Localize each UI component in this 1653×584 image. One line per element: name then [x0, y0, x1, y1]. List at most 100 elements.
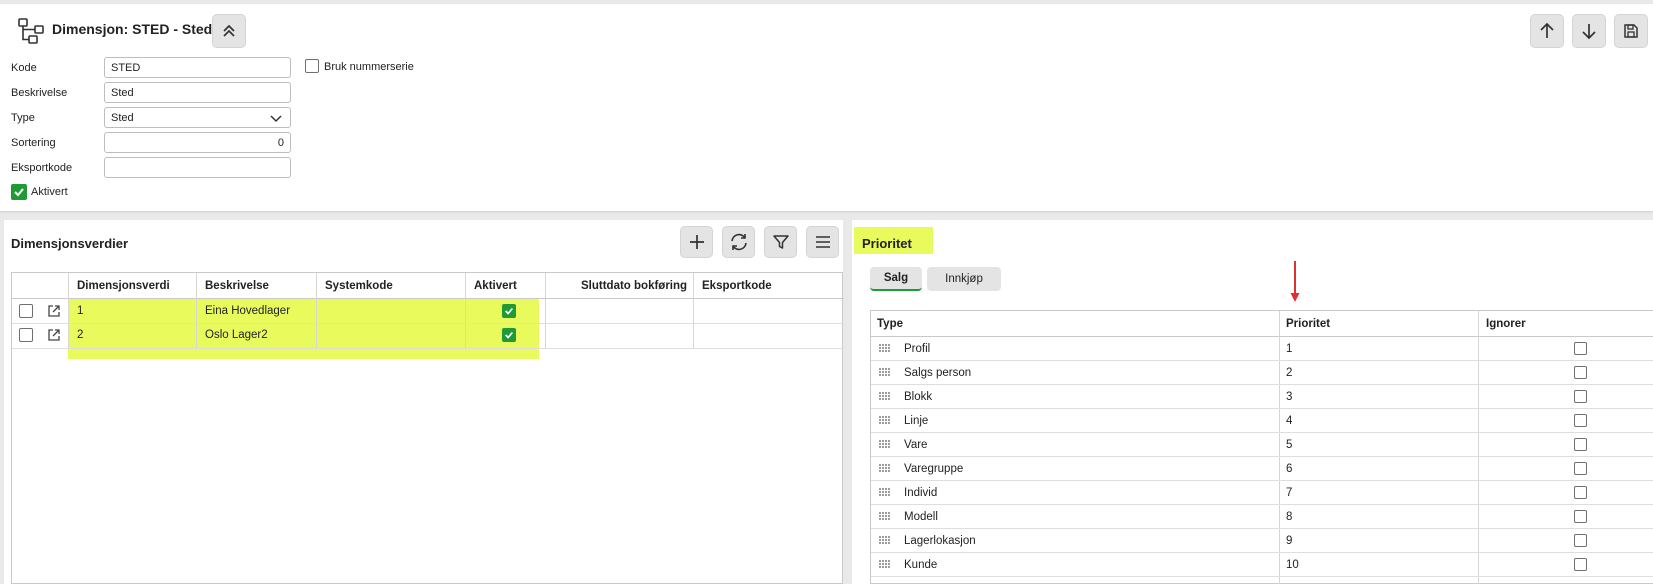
open-external-icon[interactable] [47, 328, 61, 342]
prioritet-grid: Type Prioritet Ignorer Profil 1 Salgs pers… [870, 310, 1653, 584]
sortering-input[interactable]: 0 [104, 132, 291, 153]
cell-prioritet[interactable]: 4 [1286, 415, 1292, 427]
prioritet-panel: Prioritet Salg Innkjøp Type Prioritet Ig… [852, 220, 1653, 584]
drag-handle-icon[interactable] [879, 536, 891, 546]
drag-handle-icon[interactable] [879, 416, 891, 426]
table-row[interactable]: Linje 4 [871, 409, 1653, 433]
drag-handle-icon[interactable] [879, 560, 891, 570]
ignorer-checkbox[interactable] [1574, 462, 1587, 475]
cell-type: Modell [904, 511, 938, 523]
nummerserie-label: Bruk nummerserie [324, 61, 414, 73]
cell-aktivert-checkbox[interactable] [502, 328, 516, 342]
table-row[interactable]: Salgs person 2 [871, 361, 1653, 385]
cell-type: Blokk [904, 391, 933, 403]
table-row[interactable]: Individ 7 [871, 481, 1653, 505]
drag-handle-icon[interactable] [879, 368, 891, 378]
column-header-sluttdato[interactable]: Sluttdato bokføring [581, 280, 687, 292]
aktivert-checkbox[interactable] [11, 184, 27, 200]
cell-beskrivelse[interactable]: Oslo Lager2 [205, 329, 268, 341]
column-header-beskrivelse[interactable]: Beskrivelse [205, 280, 269, 292]
save-button[interactable] [1614, 14, 1648, 48]
cell-prioritet[interactable]: 1 [1286, 343, 1292, 355]
ignorer-checkbox[interactable] [1574, 510, 1587, 523]
drag-handle-icon[interactable] [879, 464, 891, 474]
cell-prioritet[interactable]: 7 [1286, 487, 1292, 499]
open-external-icon[interactable] [47, 304, 61, 318]
column-header-dimensjonsverdi[interactable]: Dimensjonsverdi [77, 280, 170, 292]
drag-handle-icon[interactable] [879, 392, 891, 402]
row-select-checkbox[interactable] [19, 304, 33, 318]
cell-prioritet[interactable]: 2 [1286, 367, 1292, 379]
ignorer-checkbox[interactable] [1574, 486, 1587, 499]
kode-label: Kode [11, 62, 37, 74]
drag-handle-icon[interactable] [879, 512, 891, 522]
dimensjonsverdier-title: Dimensjonsverdier [11, 236, 129, 251]
cell-type: Profil [904, 343, 931, 355]
ignorer-checkbox[interactable] [1574, 438, 1587, 451]
type-select[interactable]: Sted [104, 107, 291, 128]
table-row[interactable]: Modell 8 [871, 505, 1653, 529]
beskrivelse-input[interactable]: Sted [104, 82, 291, 103]
table-row[interactable]: Varegruppe 6 [871, 457, 1653, 481]
table-row[interactable]: Lagerlokasjon 9 [871, 529, 1653, 553]
save-icon [1624, 24, 1638, 38]
cell-aktivert-checkbox[interactable] [502, 304, 516, 318]
cell-prioritet[interactable]: 6 [1286, 463, 1292, 475]
table-row[interactable]: Profil 1 [871, 337, 1653, 361]
eksportkode-label: Eksportkode [11, 162, 73, 174]
table-row[interactable]: Vare 5 [871, 433, 1653, 457]
checkmark-icon [505, 331, 513, 339]
cell-dimensjonsverdi[interactable]: 1 [77, 305, 83, 317]
ignorer-checkbox[interactable] [1574, 342, 1587, 355]
column-header-systemkode[interactable]: Systemkode [325, 280, 393, 292]
drag-handle-icon[interactable] [879, 440, 891, 450]
cell-prioritet[interactable]: 10 [1286, 559, 1299, 571]
plus-icon [689, 235, 704, 249]
column-header-prioritet[interactable]: Prioritet [1286, 318, 1330, 330]
table-row[interactable]: Kunde 10 [871, 553, 1653, 577]
hierarchy-icon [18, 18, 44, 44]
kode-input[interactable]: STED [104, 57, 291, 78]
cell-prioritet[interactable]: 9 [1286, 535, 1292, 547]
ignorer-checkbox[interactable] [1574, 390, 1587, 403]
ignorer-checkbox[interactable] [1574, 558, 1587, 571]
collapse-button[interactable] [212, 14, 246, 48]
cell-dimensjonsverdi[interactable]: 2 [77, 329, 83, 341]
eksportkode-input[interactable] [104, 157, 291, 178]
cell-type: Kunde [904, 559, 938, 571]
chevron-down-icon [270, 115, 282, 123]
column-header-type[interactable]: Type [877, 318, 903, 330]
table-row[interactable]: Blokk 3 [871, 385, 1653, 409]
cell-prioritet[interactable]: 8 [1286, 511, 1292, 523]
tab-salg[interactable]: Salg [870, 267, 922, 291]
ignorer-checkbox[interactable] [1574, 414, 1587, 427]
nummerserie-checkbox[interactable] [305, 59, 319, 73]
cell-type: Varegruppe [904, 463, 964, 475]
row-select-checkbox[interactable] [19, 328, 33, 342]
aktivert-label: Aktivert [31, 186, 68, 198]
drag-handle-icon[interactable] [879, 488, 891, 498]
tab-innkjop[interactable]: Innkjøp [927, 267, 1001, 291]
column-header-ignorer[interactable]: Ignorer [1486, 318, 1526, 330]
filter-button[interactable] [764, 226, 797, 258]
double-chevron-up-icon [223, 24, 235, 37]
drag-handle-icon[interactable] [879, 344, 891, 354]
cell-type: Lagerlokasjon [904, 535, 976, 547]
cell-prioritet[interactable]: 3 [1286, 391, 1292, 403]
ignorer-checkbox[interactable] [1574, 366, 1587, 379]
dimension-header-card: Dimensjon: STED - Sted Kode STED Beskriv… [0, 4, 1653, 211]
cell-prioritet[interactable]: 5 [1286, 439, 1292, 451]
next-record-button[interactable] [1572, 14, 1606, 48]
menu-button[interactable] [806, 226, 839, 258]
column-header-aktivert[interactable]: Aktivert [474, 280, 517, 292]
add-button[interactable] [680, 226, 713, 258]
ignorer-checkbox[interactable] [1574, 534, 1587, 547]
previous-record-button[interactable] [1530, 14, 1564, 48]
refresh-button[interactable] [722, 226, 755, 258]
type-label: Type [11, 112, 35, 124]
menu-icon [815, 236, 830, 248]
column-header-eksportkode[interactable]: Eksportkode [702, 280, 772, 292]
arrow-down-annotation-icon [1290, 261, 1300, 302]
cell-type: Individ [904, 487, 938, 499]
cell-beskrivelse[interactable]: Eina Hovedlager [205, 305, 290, 317]
